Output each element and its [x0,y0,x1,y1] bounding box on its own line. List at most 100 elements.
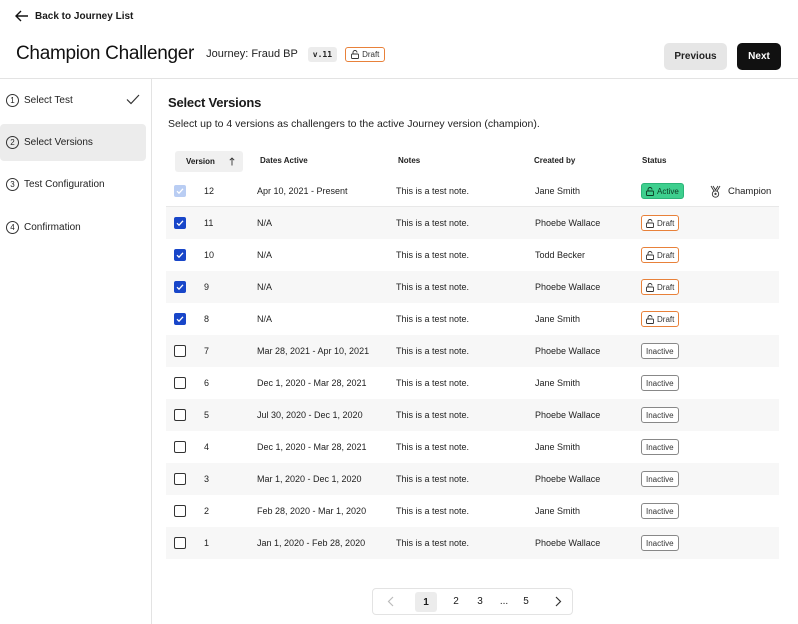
page-button-2[interactable]: 2 [448,589,464,614]
back-link-label: Back to Journey List [35,10,134,22]
page-ellipsis: ... [499,596,509,607]
status-label: Inactive [646,506,674,516]
step-confirmation[interactable]: 4 Confirmation [0,209,146,246]
version-checkbox[interactable] [174,505,186,517]
version-checkbox[interactable] [174,249,186,261]
table-row: 9 N/A This is a test note. Phoebe Wallace Dr… [166,271,779,303]
notes-cell: This is a test note. [396,282,470,292]
status-badge: Draft [641,279,680,295]
lock-open-icon [646,282,654,292]
version-checkbox[interactable] [174,345,186,357]
version-cell: 11 [204,218,214,228]
journey-name: Journey: Fraud BP [206,48,298,60]
dates-column-header: Dates Active [260,156,308,165]
dates-cell: N/A [257,250,273,260]
version-cell: 8 [204,314,210,324]
checkmark-icon [176,316,184,323]
status-label: Inactive [646,442,674,452]
created-by-cell: Phoebe Wallace [535,346,601,356]
notes-cell: This is a test note. [396,442,470,452]
step-select-versions[interactable]: 2 Select Versions [0,124,146,161]
next-button[interactable]: Next [737,43,781,70]
status-badge: Draft [641,247,680,263]
version-checkbox[interactable] [174,377,186,389]
step-select-test[interactable]: 1 Select Test [0,82,146,119]
created-by-cell: Phoebe Wallace [535,282,601,292]
dates-cell: Jan 1, 2020 - Feb 28, 2020 [257,538,366,548]
section-title: Select Versions [168,95,262,110]
dates-cell: Feb 28, 2020 - Mar 1, 2020 [257,506,367,516]
status-badge: Inactive [641,439,679,455]
checkmark-icon [126,94,140,105]
prev-page-button[interactable] [379,589,401,614]
notes-cell: This is a test note. [396,538,470,548]
section-subtitle: Select up to 4 versions as challengers t… [168,118,540,130]
step-number: 2 [6,136,19,149]
table-row: 8 N/A This is a test note. Jane Smith Draft [166,303,779,335]
created-column-header: Created by [534,156,576,165]
step-test-configuration[interactable]: 3 Test Configuration [0,166,146,203]
notes-cell: This is a test note. [396,378,470,388]
status-badge: Draft [641,215,680,231]
lock-open-icon [646,218,654,228]
lock-open-icon [351,49,360,59]
version-column-header[interactable]: Version [175,151,243,172]
dates-cell: Mar 1, 2020 - Dec 1, 2020 [257,474,362,484]
status-label: Draft [657,218,675,228]
version-cell: 4 [204,442,210,452]
status-badge: Active [641,183,684,199]
status-badge: Inactive [641,375,679,391]
lock-open-icon [646,186,654,196]
dates-cell: Dec 1, 2020 - Mar 28, 2021 [257,442,367,452]
notes-column-header: Notes [398,156,421,165]
next-page-button[interactable] [549,589,567,614]
chevron-left-icon [387,596,393,607]
header-divider [0,78,798,79]
dates-cell: Apr 10, 2021 - Present [257,186,348,196]
dates-cell: N/A [257,282,273,292]
medal-icon [710,185,721,198]
status-badge: Inactive [641,343,679,359]
status-badge: Inactive [641,471,679,487]
version-checkbox[interactable] [174,473,186,485]
column-label: Version [186,157,215,166]
step-number: 1 [6,94,19,107]
version-cell: 7 [204,346,210,356]
created-by-cell: Jane Smith [535,186,581,196]
table-row: 4 Dec 1, 2020 - Mar 28, 2021 This is a tes… [166,431,779,463]
version-checkbox[interactable] [174,281,186,293]
back-to-journey-list-link[interactable]: Back to Journey List [15,10,133,22]
version-checkbox[interactable] [174,537,186,549]
page-button-1[interactable]: 1 [415,592,437,612]
created-by-cell: Phoebe Wallace [535,474,601,484]
status-label: Draft [657,314,675,324]
version-checkbox[interactable] [174,313,186,325]
page-title: Champion Challenger [16,43,195,64]
version-cell: 10 [204,250,215,260]
status-label: Draft [657,282,675,292]
version-checkbox [174,185,186,197]
notes-cell: This is a test note. [396,218,470,228]
checkmark-icon [176,220,184,227]
created-by-cell: Phoebe Wallace [535,410,601,420]
status-column-header: Status [642,156,667,165]
table-row: 3 Mar 1, 2020 - Dec 1, 2020 This is a test… [166,463,779,495]
page-button-5[interactable]: 5 [518,589,534,614]
created-by-cell: Jane Smith [535,506,581,516]
table-row: 5 Jul 30, 2020 - Dec 1, 2020 This is a tes… [166,399,779,431]
lock-open-icon [646,250,654,260]
dates-cell: Jul 30, 2020 - Dec 1, 2020 [257,410,363,420]
version-checkbox[interactable] [174,217,186,229]
page-button-3[interactable]: 3 [472,589,488,614]
status-badge: Inactive [641,535,679,551]
version-cell: 9 [204,282,210,292]
notes-cell: This is a test note. [396,474,470,484]
table-row: 10 N/A This is a test note. Todd Becker Draf… [166,239,779,271]
previous-button[interactable]: Previous [664,43,727,70]
pagination: 1 2 3 ... 5 [372,588,573,615]
step-label: Select Test [24,95,73,106]
version-checkbox[interactable] [174,441,186,453]
status-label: Active [657,186,679,196]
dates-cell: Dec 1, 2020 - Mar 28, 2021 [257,378,367,388]
version-checkbox[interactable] [174,409,186,421]
